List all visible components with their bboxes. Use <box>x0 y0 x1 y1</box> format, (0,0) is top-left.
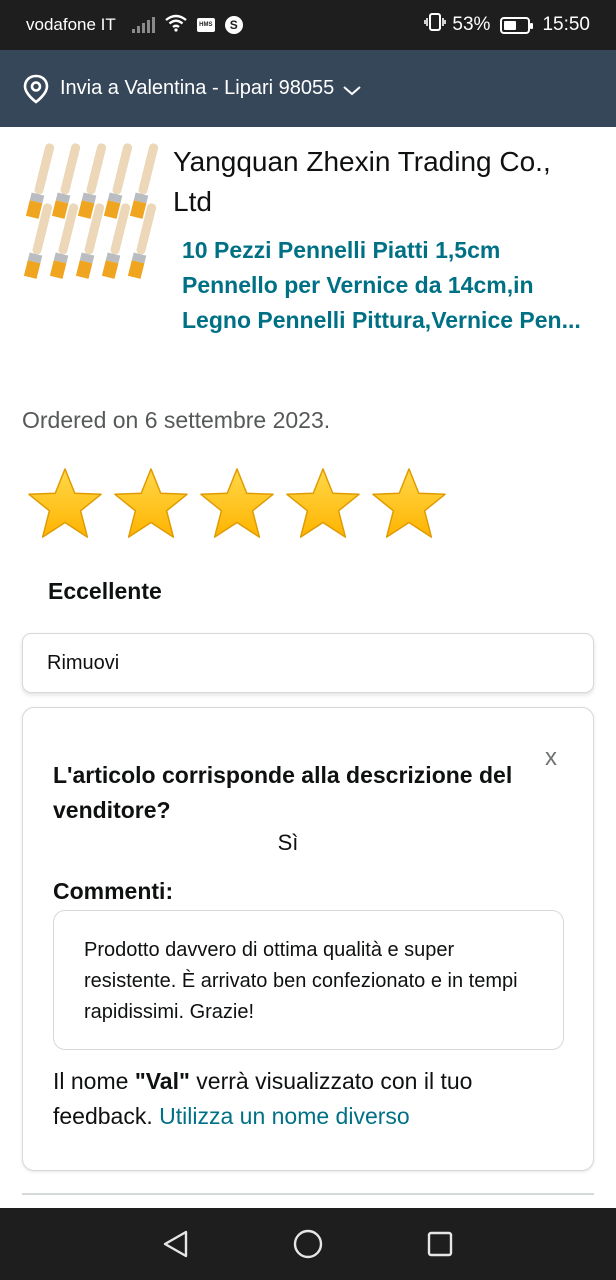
vibrate-icon <box>424 13 447 37</box>
description-answer: Sì <box>277 830 299 855</box>
delivery-location-bar[interactable]: Invia a Valentina - Lipari 98055 <box>0 50 616 127</box>
name-note-prefix: Il nome <box>53 1068 135 1094</box>
comment-textarea[interactable]: Prodotto davvero di ottima qualità e sup… <box>53 910 564 1050</box>
shazam-icon: S <box>224 16 243 34</box>
product-image[interactable] <box>22 140 162 282</box>
comments-label: Commenti: <box>53 878 174 904</box>
description-question: L'articolo corrisponde alla descrizione … <box>53 762 513 823</box>
display-name: "Val" <box>134 1068 190 1094</box>
seller-name: Yangquan Zhexin Trading Co., Ltd <box>173 146 551 217</box>
status-bar: vodafone IT HMS S 53% 15:50 <box>0 0 616 50</box>
remove-button[interactable]: Rimuovi <box>22 633 594 693</box>
chevron-down-icon <box>342 85 362 97</box>
star-5-icon[interactable] <box>370 466 448 542</box>
clock: 15:50 <box>542 14 590 35</box>
divider <box>22 1193 594 1195</box>
location-pin-icon <box>22 74 50 104</box>
product-title-link[interactable]: 10 Pezzi Pennelli Piatti 1,5cm Pennello … <box>182 233 592 338</box>
battery-percent: 53% <box>452 14 491 35</box>
star-1-icon[interactable] <box>26 466 104 542</box>
star-rating[interactable] <box>26 466 448 542</box>
status-right: 53% 15:50 <box>424 13 590 37</box>
recents-square-icon[interactable] <box>415 1219 465 1269</box>
star-2-icon[interactable] <box>112 466 190 542</box>
battery-icon <box>500 16 534 34</box>
back-triangle-icon[interactable] <box>151 1219 201 1269</box>
wifi-icon <box>165 14 187 37</box>
system-nav-bar <box>0 1208 616 1280</box>
use-different-name-link[interactable]: Utilizza un nome diverso <box>159 1103 410 1129</box>
display-name-note: Il nome "Val" verrà visualizzato con il … <box>53 1064 573 1134</box>
home-circle-icon[interactable] <box>283 1219 333 1269</box>
order-date: Ordered on 6 settembre 2023. <box>22 407 331 433</box>
hms-badge-icon: HMS <box>196 18 215 32</box>
carrier-name: vodafone IT <box>26 15 116 34</box>
delivery-address: Invia a Valentina - Lipari 98055 <box>60 77 335 99</box>
rating-label: Eccellente <box>48 578 162 604</box>
signal-icon <box>131 17 155 33</box>
feedback-card: x L'articolo corrisponde alla descrizion… <box>22 707 594 1171</box>
status-left: vodafone IT HMS S <box>26 14 243 37</box>
star-4-icon[interactable] <box>284 466 362 542</box>
star-3-icon[interactable] <box>198 466 276 542</box>
